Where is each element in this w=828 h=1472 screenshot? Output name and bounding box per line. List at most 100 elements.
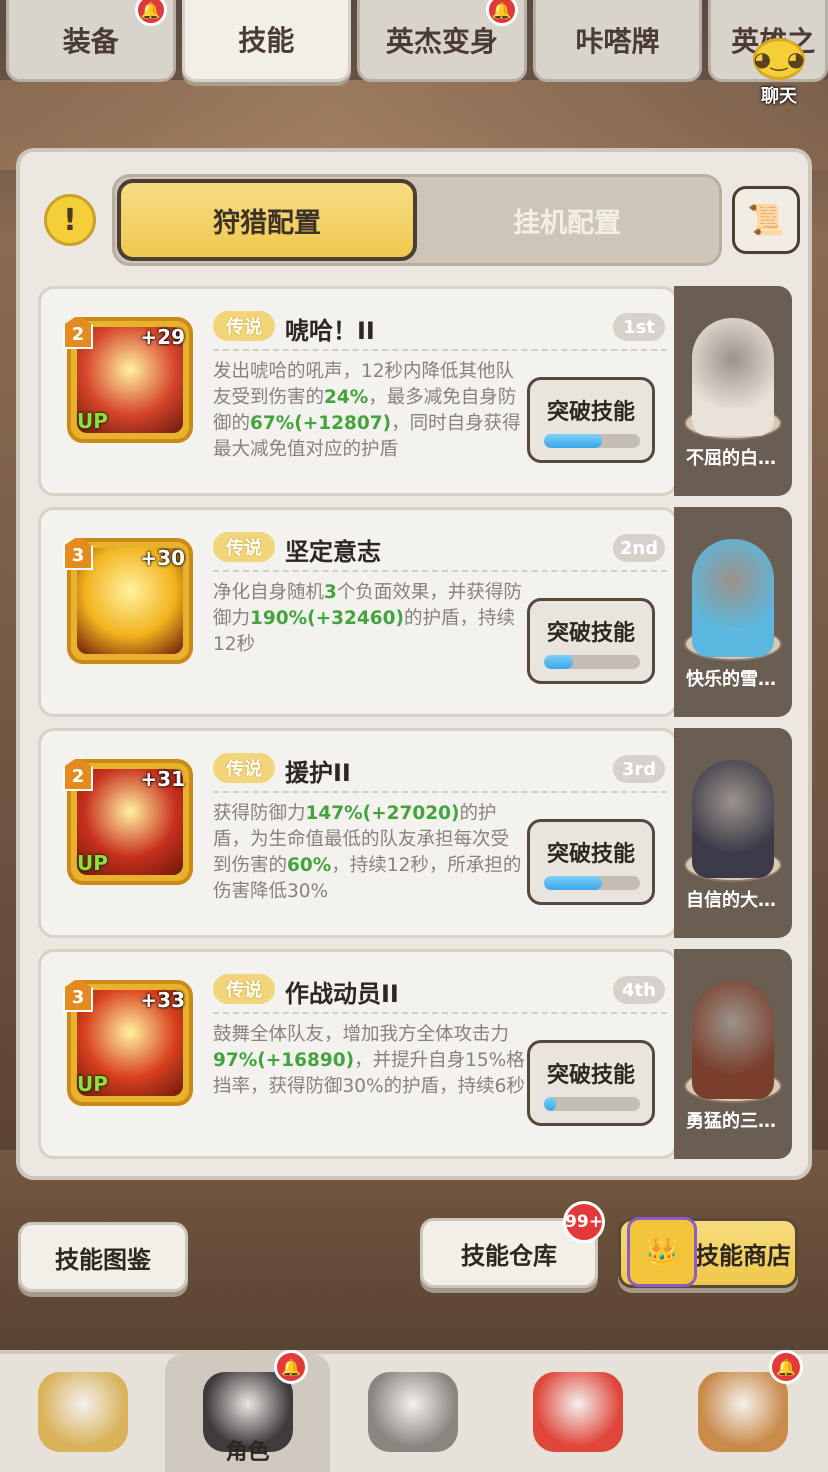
skill-card[interactable]: 2 +31 UP 传说 援护II 3rd 获得防御力147%(+27020)的护… [38,728,678,938]
skill-shop-label: 技能商店 [695,1241,791,1270]
progress-fill [544,1097,556,1111]
breakthrough-label: 突破技能 [546,842,635,867]
skill-card[interactable]: 3 +33 UP 传说 作战动员II 4th 鼓舞全体队友，增加我方全体攻击力 9… [38,949,678,1159]
shop-chest-icon: 👑 [627,1217,697,1287]
chat-bubble-icon: ◕‿◕ [753,38,805,80]
nav-item-3[interactable] [330,1354,495,1472]
breakthrough-label: 突破技能 [546,400,635,425]
skill-description: 净化自身随机3个负面效果，并获得防御力190%(+32460)的护盾，持续12秒 [213,580,525,658]
skill-rank-badge: 1st [613,313,665,341]
idle-config-button[interactable]: 挂机配置 [417,179,717,261]
skill-description: 鼓舞全体队友，增加我方全体攻击力97%(+16890)，并提升自身15%格挡率，… [213,1022,525,1100]
progress-fill [544,655,573,669]
config-switch: 狩猎配置 挂机配置 [112,174,722,266]
bell-icon: 🔔 [274,1350,308,1384]
skill-up-tag: UP [77,1072,108,1096]
progress-bar [544,434,640,448]
pet-figure-icon [692,318,774,436]
highlight-value: 60% [287,855,332,876]
skill-row[interactable]: 3 +33 UP 传说 作战动员II 4th 鼓舞全体队友，增加我方全体攻击力 9… [38,949,794,1159]
skill-shop-button[interactable]: 👑 技能商店 [618,1217,798,1288]
skill-warehouse-label: 技能仓库 [461,1241,557,1270]
highlight-value: 147%(+27020) [305,803,460,824]
skill-plus-level: +30 [140,546,185,570]
nav-icon [37,1372,128,1452]
tab-cards[interactable]: 咔嗒牌 [532,0,703,82]
divider [213,1012,667,1014]
description-text: 获得防御力 [213,803,306,824]
rarity-badge: 传说 [213,753,275,783]
skill-name: 作战动员II [285,980,399,1008]
skill-panel: ! 狩猎配置 挂机配置 📜 2 +29 UP 传说 唬哈！II 1st 发出唬哈… [16,148,812,1180]
bell-icon: 🔔 [769,1350,803,1384]
skill-up-tag: UP [77,409,108,433]
skill-row[interactable]: 3 +30 传说 坚定意志 2nd 净化自身随机3个负面效果，并获得防御力190… [38,507,794,717]
skill-level-badge: 3 [63,536,93,570]
bell-icon: 🔔 [134,0,167,26]
chat-button[interactable]: ◕‿◕ 聊天 [744,38,814,108]
skill-codex-button[interactable]: 技能图鉴 [18,1222,188,1292]
tab-label: 技能 [238,23,295,57]
breakthrough-button[interactable]: 突破技能 [527,598,655,684]
skill-up-tag: UP [77,851,108,875]
nav-item-4[interactable] [495,1354,660,1472]
nav-item-1[interactable] [0,1354,165,1472]
tab-label: 咔嗒牌 [575,24,660,58]
skill-name: 援护II [285,759,351,787]
skill-plus-level: +33 [140,988,185,1012]
nav-item-role[interactable]: 角色 🔔 [165,1350,330,1472]
skill-name: 坚定意志 [285,538,381,566]
breakthrough-label: 突破技能 [546,1063,635,1088]
scroll-map-icon[interactable]: 📜 [732,186,800,254]
skill-level-badge: 2 [63,757,93,791]
skill-level-badge: 2 [63,315,93,349]
breakthrough-label: 突破技能 [546,621,635,646]
nav-label: 角色 [225,1440,270,1465]
skill-card[interactable]: 2 +29 UP 传说 唬哈！II 1st 发出唬哈的吼声，12秒内降低其他队友… [38,286,678,496]
bottom-nav: 角色 🔔 🔔 [0,1350,828,1472]
nav-icon [532,1372,623,1452]
pet-slot[interactable]: 快乐的雪… [674,507,792,717]
description-text: 鼓舞全体队友，增加我方全体攻击力 [213,1024,510,1045]
chat-label: 聊天 [761,86,797,107]
skill-plus-level: +29 [140,325,185,349]
skill-rank-badge: 3rd [613,755,665,783]
pet-slot[interactable]: 不屈的白… [674,286,792,496]
pet-slot[interactable]: 勇猛的三… [674,949,792,1159]
highlight-value: 24% [324,387,369,408]
skill-icon-frame[interactable]: 3 +30 [63,536,193,664]
breakthrough-button[interactable]: 突破技能 [527,1040,655,1126]
skill-name: 唬哈！II [285,317,375,345]
pet-slot[interactable]: 自信的大… [674,728,792,938]
skill-icon-frame[interactable]: 3 +33 UP [63,978,193,1106]
skill-warehouse-button[interactable]: 技能仓库 99+ [420,1201,605,1288]
nav-icon [697,1372,788,1452]
skill-icon-frame[interactable]: 2 +29 UP [63,315,193,443]
progress-fill [544,434,602,448]
skill-level-badge: 3 [63,978,93,1012]
tab-skills[interactable]: 技能 [181,0,352,82]
progress-bar [544,1097,640,1111]
breakthrough-button[interactable]: 突破技能 [527,377,655,463]
skill-description: 获得防御力147%(+27020)的护盾，为生命值最低的队友承担每次受到伤害的6… [213,801,525,905]
rarity-badge: 传说 [213,311,275,341]
rarity-badge: 传说 [213,974,275,1004]
divider [213,791,667,793]
nav-icon [367,1372,458,1452]
info-icon[interactable]: ! [44,194,96,246]
skill-row[interactable]: 2 +29 UP 传说 唬哈！II 1st 发出唬哈的吼声，12秒内降低其他队友… [38,286,794,496]
pet-name: 自信的大… [686,890,776,911]
skill-icon-frame[interactable]: 2 +31 UP [63,757,193,885]
nav-item-5[interactable]: 🔔 [660,1350,825,1472]
breakthrough-button[interactable]: 突破技能 [527,819,655,905]
highlight-value: 3 [324,582,337,603]
progress-bar [544,876,640,890]
progress-bar [544,655,640,669]
skill-card[interactable]: 3 +30 传说 坚定意志 2nd 净化自身随机3个负面效果，并获得防御力190… [38,507,678,717]
skill-row[interactable]: 2 +31 UP 传说 援护II 3rd 获得防御力147%(+27020)的护… [38,728,794,938]
skill-rank-badge: 4th [613,976,665,1004]
skill-codex-label: 技能图鉴 [55,1245,151,1274]
tab-equipment[interactable]: 装备 🔔 [6,0,176,82]
tab-hero-transform[interactable]: 英杰变身 🔔 [357,0,527,82]
hunt-config-button[interactable]: 狩猎配置 [117,179,417,261]
